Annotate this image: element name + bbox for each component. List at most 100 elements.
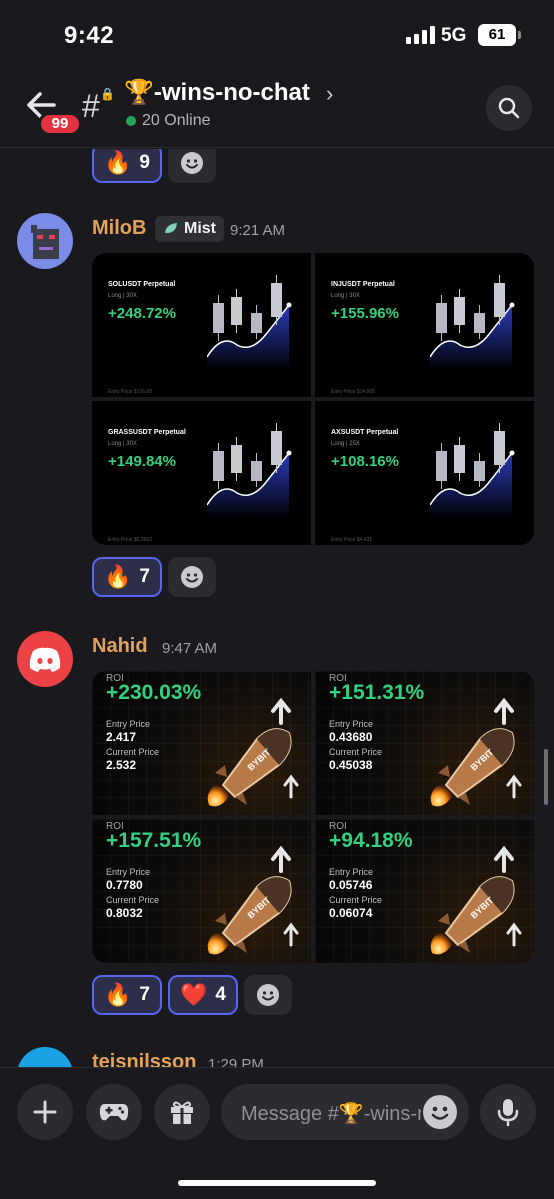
author-name[interactable]: Nahid [92, 635, 148, 658]
avatar[interactable] [17, 213, 73, 269]
candlestick-chart-icon [207, 423, 292, 519]
reaction-fire[interactable]: 🔥 7 [92, 557, 162, 597]
entry-value: 0.05746 [329, 878, 373, 892]
voice-message-button[interactable] [480, 1084, 536, 1140]
message-input[interactable]: Message #🏆-wins-no-chat [221, 1084, 469, 1140]
candlestick-chart-icon [207, 275, 292, 371]
reaction-row: 🔥 7 ❤️ 4 [92, 975, 292, 1015]
gift-button[interactable] [154, 1084, 210, 1140]
hashtag-icon: # [82, 88, 100, 124]
gift-icon [171, 1101, 193, 1124]
add-reaction-button[interactable] [167, 557, 216, 597]
add-reaction-button[interactable] [243, 975, 292, 1015]
entry-price: Entry Price $4.431 [331, 537, 373, 543]
reaction-count: 7 [139, 566, 150, 587]
roi-image[interactable]: ROI +151.31% Entry Price 0.43680 Current… [315, 671, 534, 815]
search-icon [498, 97, 520, 119]
smiley-icon [431, 1106, 449, 1120]
timestamp: 9:21 AM [230, 222, 286, 239]
channel-header: 99 # 🔒 🏆-wins-no-chat › 20 Online [0, 72, 554, 148]
roi-image[interactable]: ROI +157.51% Entry Price 0.7780 Current … [92, 819, 311, 963]
author-name[interactable]: MiloB [92, 217, 146, 240]
rocket-icon: BYBIT [430, 697, 522, 807]
current-value: 2.532 [106, 758, 137, 772]
home-indicator[interactable] [178, 1180, 376, 1186]
smiley-icon [180, 152, 203, 174]
current-value: 0.8032 [106, 906, 143, 920]
chevron-right-icon[interactable]: › [326, 81, 333, 107]
rocket-icon: BYBIT [207, 845, 299, 955]
emoji-picker-button[interactable] [423, 1095, 457, 1129]
reaction-heart[interactable]: ❤️ 4 [167, 975, 238, 1015]
pnl-image[interactable]: AXSUSDT Perpetual Long | 25X +108.16% En… [315, 401, 534, 545]
candlestick-chart-icon [430, 275, 515, 371]
smiley-icon [180, 566, 203, 588]
message-nahid: Nahid 9:47 AM ROI +230.03% Entry Price 2… [0, 631, 554, 1015]
fire-emoji: 🔥 [104, 150, 132, 175]
image-grid: ROI +230.03% Entry Price 2.417 Current P… [92, 671, 534, 963]
image-grid: SOLUSDT Perpetual Long | 30X +248.72% En… [92, 253, 534, 545]
search-button[interactable] [486, 85, 532, 131]
rocket-icon: BYBIT [430, 845, 522, 955]
current-value: 0.45038 [329, 758, 373, 772]
discord-logo-icon [29, 647, 61, 672]
roi-value: +157.51% [106, 829, 202, 852]
add-reaction-button[interactable] [167, 149, 216, 183]
activities-button[interactable] [86, 1084, 142, 1140]
clock: 9:42 [64, 22, 115, 49]
reaction-count: 7 [139, 984, 150, 1005]
microphone-icon [497, 1099, 519, 1127]
leverage: Long | 25X [331, 441, 360, 447]
current-value: 0.06074 [329, 906, 373, 920]
author-name[interactable]: teisnilsson [92, 1051, 196, 1067]
fire-emoji: 🔥 [104, 564, 132, 589]
pair-name: GRASSUSDT Perpetual [108, 429, 186, 436]
reaction-fire[interactable]: 🔥 7 [92, 975, 162, 1015]
pnl-image[interactable]: INJUSDT Perpetual Long | 30X +155.96% En… [315, 253, 534, 397]
plus-icon [33, 1100, 57, 1124]
mist-leaf-icon [165, 223, 177, 234]
reaction-fire[interactable]: 🔥 9 [92, 149, 162, 183]
leverage: Long | 30X [108, 441, 137, 447]
entry-price: Entry Price $176.68 [108, 389, 152, 395]
pnl-image[interactable]: SOLUSDT Perpetual Long | 30X +248.72% En… [92, 253, 311, 397]
avatar[interactable] [17, 631, 73, 687]
entry-price: Entry Price $14.005 [331, 389, 375, 395]
entry-label: Entry Price [106, 719, 151, 729]
channel-name: -wins-no-chat [153, 79, 310, 106]
add-attachment-button[interactable] [17, 1084, 73, 1140]
message-list[interactable]: 🔥 9 MiloB Mist 9:21 AM SOLUSDT Perpetual… [0, 149, 554, 1067]
pnl-image[interactable]: GRASSUSDT Perpetual Long | 30X +149.84% … [92, 401, 311, 545]
message-teisnilsson: teisnilsson 1:29 PM [0, 1047, 554, 1067]
message-placeholder: Message #🏆-wins-no-chat [241, 1103, 421, 1125]
pair-name: INJUSDT Perpetual [331, 281, 395, 288]
role-tag[interactable]: Mist [155, 216, 224, 242]
gamepad-icon [99, 1104, 129, 1121]
online-count: 20 Online [126, 112, 211, 130]
current-label: Current Price [329, 895, 383, 905]
unread-badge: 99 [38, 112, 82, 136]
fire-emoji: 🔥 [104, 982, 132, 1007]
status-bar: 9:42 5G 61 [0, 0, 554, 72]
roi-image[interactable]: ROI +230.03% Entry Price 2.417 Current P… [92, 671, 311, 815]
roi-value: +155.96% [331, 305, 399, 322]
channel-title[interactable]: 🏆-wins-no-chat [124, 78, 310, 107]
avatar[interactable] [17, 1047, 73, 1067]
entry-label: Entry Price [106, 867, 151, 877]
cellular-signal-icon [406, 26, 435, 44]
online-label: 20 Online [142, 112, 211, 129]
entry-value: 0.43680 [329, 730, 373, 744]
current-label: Current Price [106, 895, 160, 905]
message-milob: MiloB Mist 9:21 AM SOLUSDT Perpetual Lon… [0, 213, 554, 603]
role-label: Mist [184, 220, 216, 237]
roi-image[interactable]: ROI +94.18% Entry Price 0.05746 Current … [315, 819, 534, 963]
timestamp: 9:47 AM [162, 640, 218, 657]
battery-icon: 61 [478, 24, 521, 46]
reaction-row: 🔥 9 [92, 149, 216, 183]
roi-value: +149.84% [108, 453, 176, 470]
scrollbar[interactable] [544, 749, 548, 805]
entry-value: 0.7780 [106, 878, 143, 892]
leverage: Long | 30X [108, 293, 137, 299]
roi-value: +230.03% [106, 681, 202, 704]
current-label: Current Price [329, 747, 383, 757]
